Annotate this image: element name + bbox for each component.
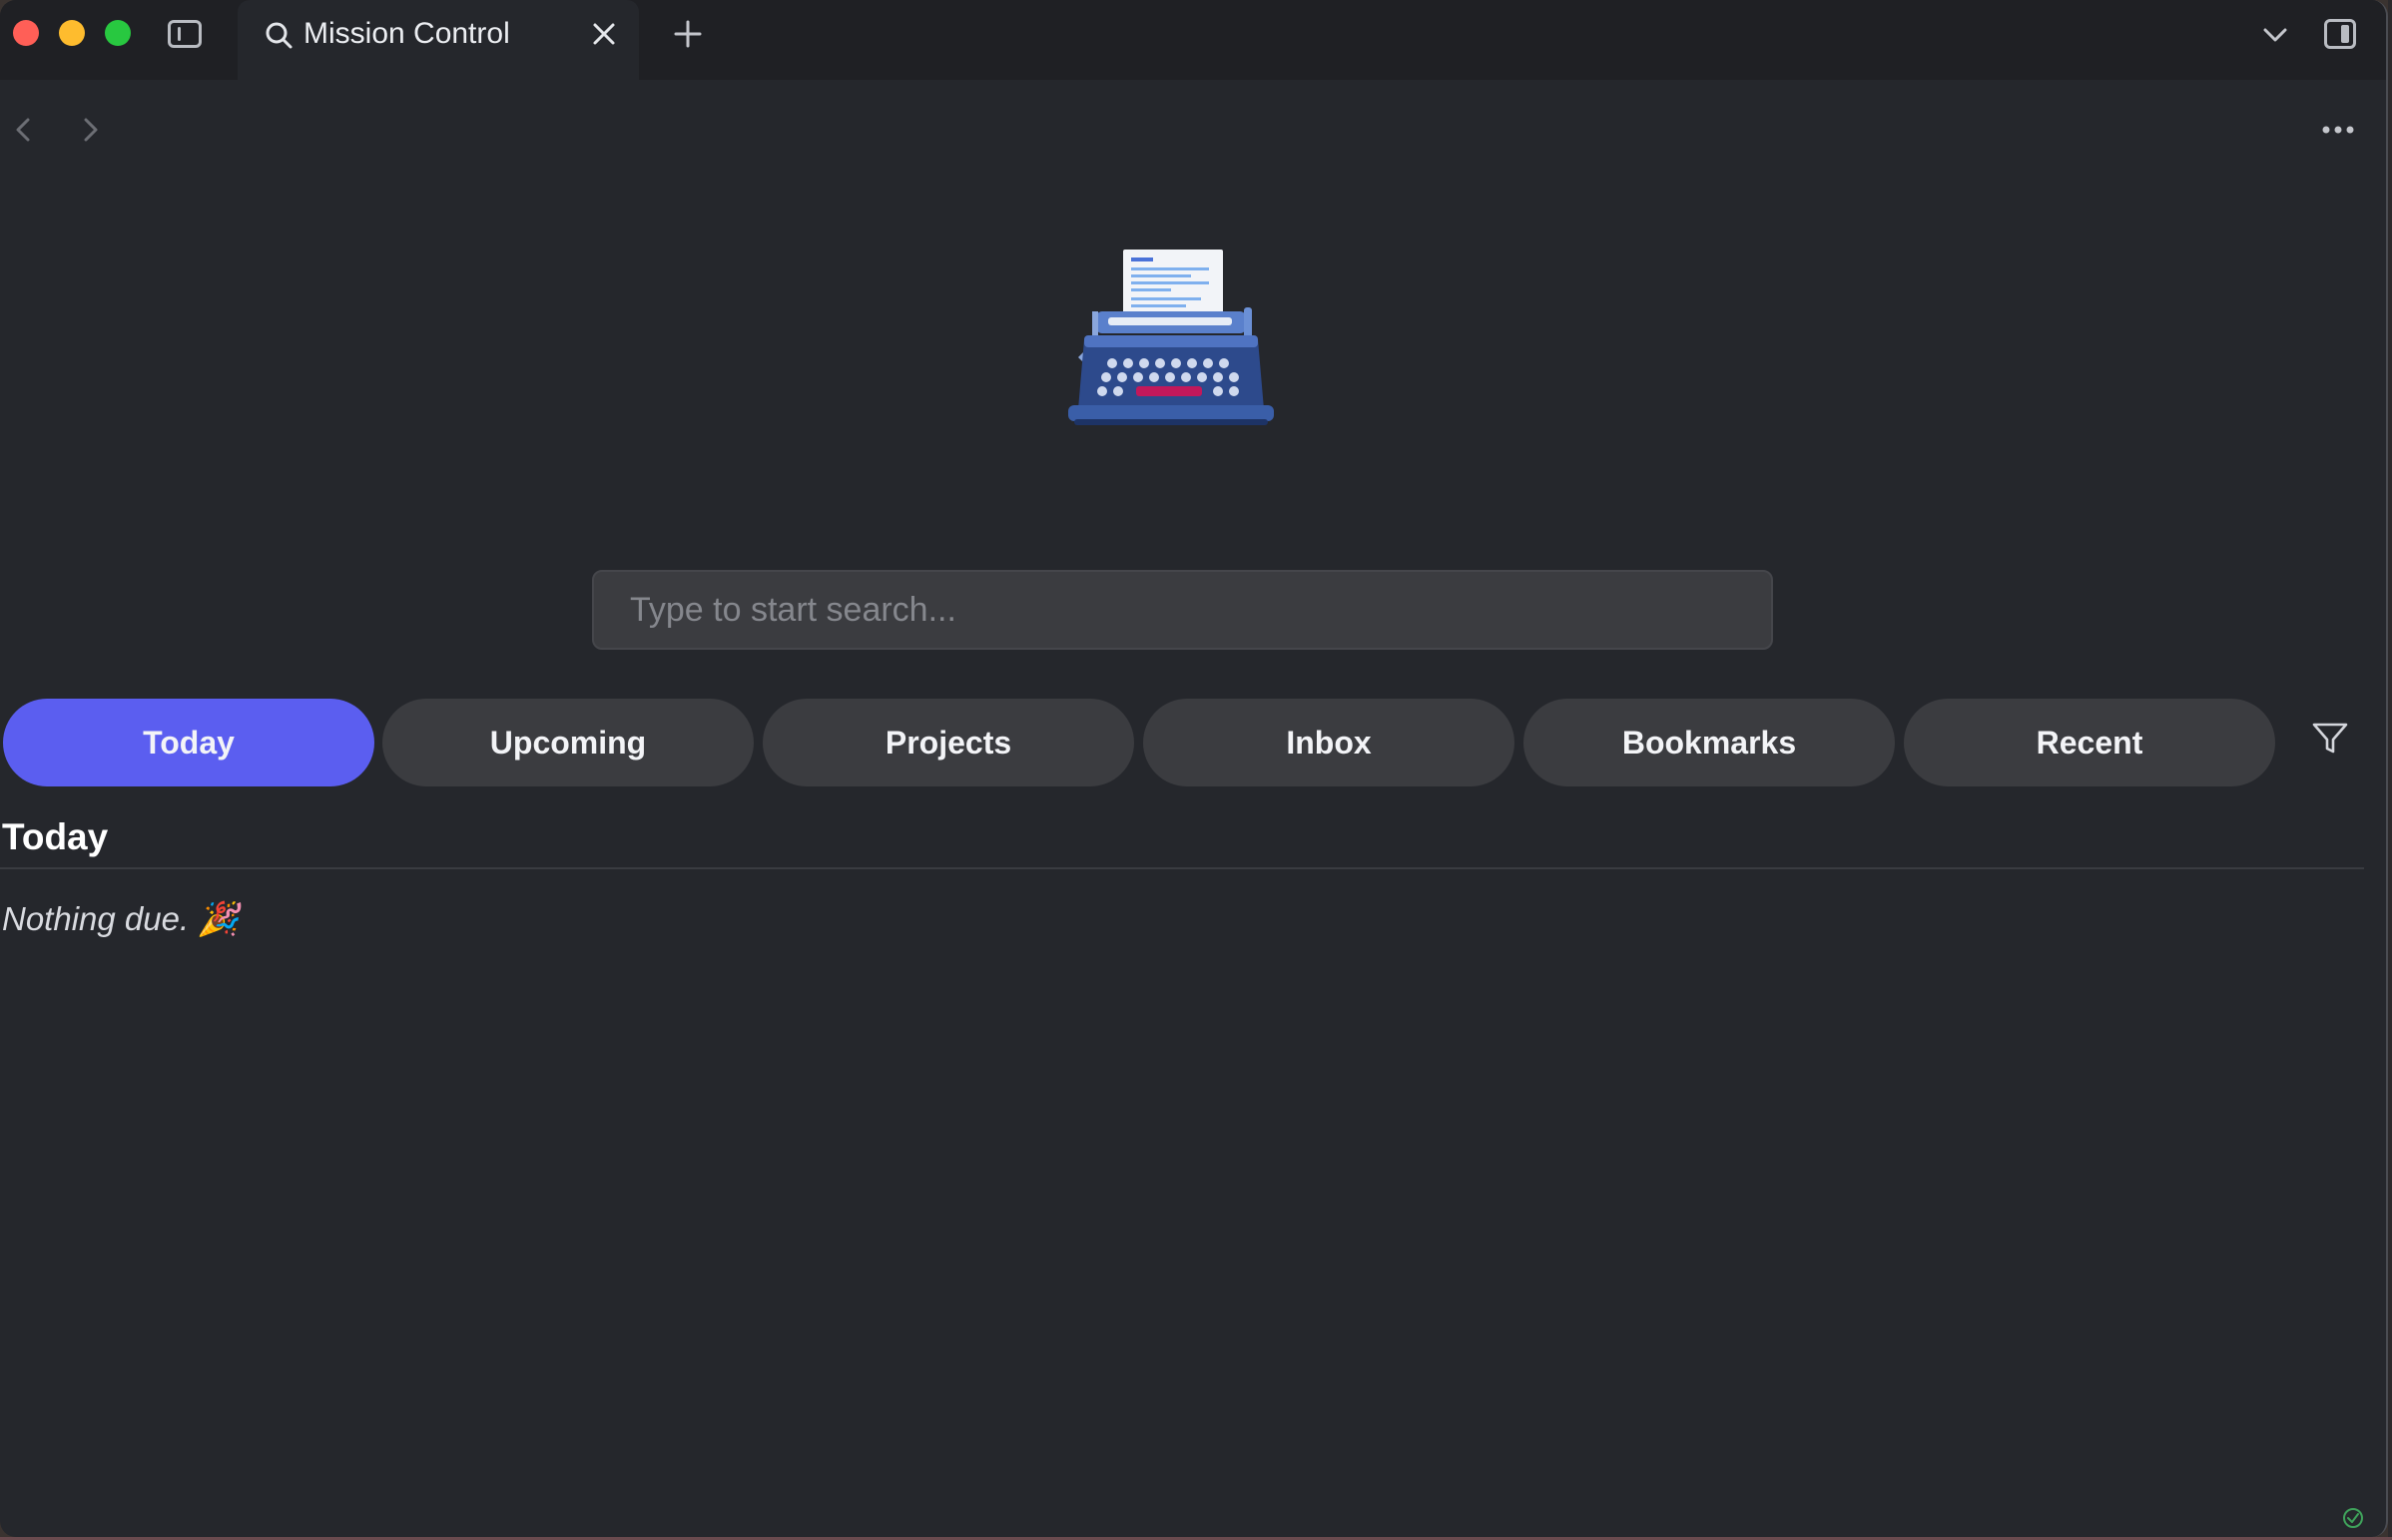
typewriter-icon (1068, 250, 1274, 425)
title-bar: Mission Control (0, 0, 2386, 80)
tab-title: Mission Control (303, 17, 510, 50)
plus-icon[interactable] (672, 18, 704, 50)
tab-upcoming[interactable]: Upcoming (382, 699, 754, 786)
app-window: Mission Control Type to start search... … (0, 0, 2388, 1537)
chevron-left-icon[interactable] (8, 114, 40, 146)
close-icon[interactable] (589, 19, 619, 49)
tab-inbox[interactable]: Inbox (1143, 699, 1514, 786)
right-sidebar-toggle-icon[interactable] (2324, 19, 2356, 49)
search-icon (266, 22, 293, 49)
empty-state-message: Nothing due. 🎉 (2, 900, 240, 937)
check-circle-icon (2343, 1508, 2363, 1528)
section-title: Today (2, 816, 109, 857)
section-divider (0, 867, 2364, 869)
tab-bookmarks[interactable]: Bookmarks (1523, 699, 1895, 786)
tab-recent[interactable]: Recent (1904, 699, 2275, 786)
search-input[interactable] (592, 570, 1773, 650)
left-sidebar-toggle-icon[interactable] (168, 20, 202, 48)
tab-mission-control[interactable]: Mission Control (238, 0, 639, 80)
tab-today[interactable]: Today (3, 699, 374, 786)
chevron-down-icon[interactable] (2260, 20, 2290, 50)
tab-projects[interactable]: Projects (763, 699, 1134, 786)
chevron-right-icon[interactable] (74, 114, 106, 146)
minimize-window-button[interactable] (59, 20, 85, 46)
window-edge (2388, 0, 2392, 1540)
filter-icon[interactable] (2310, 719, 2350, 759)
maximize-window-button[interactable] (105, 20, 131, 46)
close-window-button[interactable] (13, 20, 39, 46)
more-options-icon[interactable] (2318, 114, 2358, 146)
